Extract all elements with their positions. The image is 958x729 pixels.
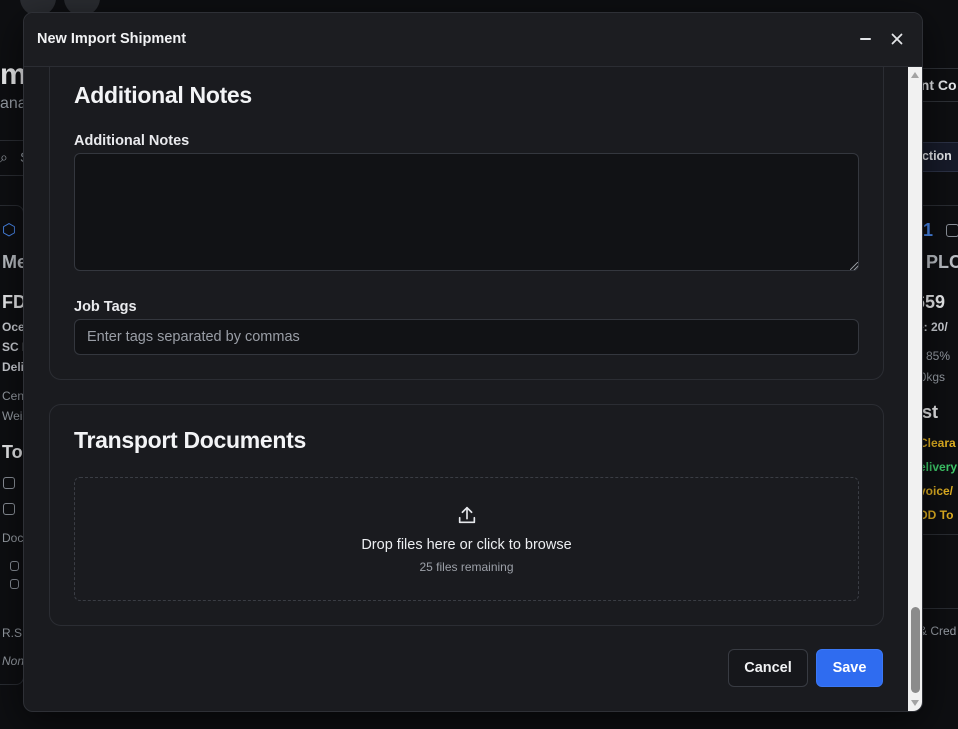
clipboard-icon [3, 477, 15, 489]
close-icon [891, 33, 903, 45]
files-remaining: 25 files remaining [419, 560, 514, 574]
additional-notes-textarea[interactable] [74, 153, 859, 271]
scroll-up-arrow-icon[interactable] [911, 72, 919, 78]
card-meta: Cen [2, 389, 25, 403]
job-tags-input[interactable] [74, 319, 859, 355]
new-import-shipment-dialog: New Import Shipment Additional Notes Add… [23, 12, 923, 712]
file-dropzone[interactable]: Drop files here or click to browse 25 fi… [74, 477, 859, 601]
todo-title: To [2, 442, 23, 462]
job-tags-label: Job Tags [74, 299, 137, 315]
status-item: voice/ [919, 484, 954, 498]
card-line: Deli [2, 360, 25, 374]
minimize-button[interactable] [853, 27, 877, 51]
save-button[interactable]: Save [816, 649, 883, 687]
notes-label: Additional Notes [74, 133, 190, 149]
none-label: Non [2, 654, 25, 668]
cancel-button[interactable]: Cancel [728, 649, 808, 687]
close-button[interactable] [885, 27, 909, 51]
transport-documents-section: Transport Documents Drop files here or c… [49, 404, 884, 626]
card-line: Oce [2, 320, 25, 334]
minus-icon [859, 38, 871, 40]
percent-text: 85% [926, 349, 951, 363]
credit-label: & Cred [919, 624, 957, 638]
upload-icon [458, 506, 476, 524]
dialog-body[interactable]: Additional Notes Additional Notes Job Ta… [24, 67, 908, 711]
rs-label: R.S [2, 626, 23, 640]
card-meta: Wei [2, 409, 23, 423]
company-name: PLC [926, 252, 958, 272]
status-item: DD To [919, 508, 954, 522]
resize-handle-icon[interactable] [850, 262, 858, 270]
dialog-title: New Import Shipment [37, 31, 187, 47]
scroll-down-arrow-icon[interactable] [911, 700, 919, 706]
scrollbar-thumb[interactable] [911, 607, 920, 693]
external-link-icon[interactable] [946, 224, 958, 237]
lock-icon [3, 503, 15, 515]
document-icon [10, 579, 19, 589]
dropzone-text: Drop files here or click to browse [361, 537, 572, 553]
document-icon [10, 561, 19, 571]
section-title: Additional Notes [74, 82, 252, 108]
dialog-scrollbar[interactable] [908, 67, 922, 711]
box-icon: ⬡ [2, 222, 16, 239]
card-line: SC I [2, 340, 26, 354]
additional-notes-section: Additional Notes Additional Notes Job Ta… [49, 67, 884, 380]
status-item: Cleara [919, 436, 956, 450]
dialog-header: New Import Shipment [24, 13, 922, 67]
search-icon: ⌕ [0, 149, 8, 165]
docs-label: Doc [2, 531, 24, 545]
section-title: Transport Documents [74, 427, 307, 453]
status-item: elivery [919, 460, 958, 474]
